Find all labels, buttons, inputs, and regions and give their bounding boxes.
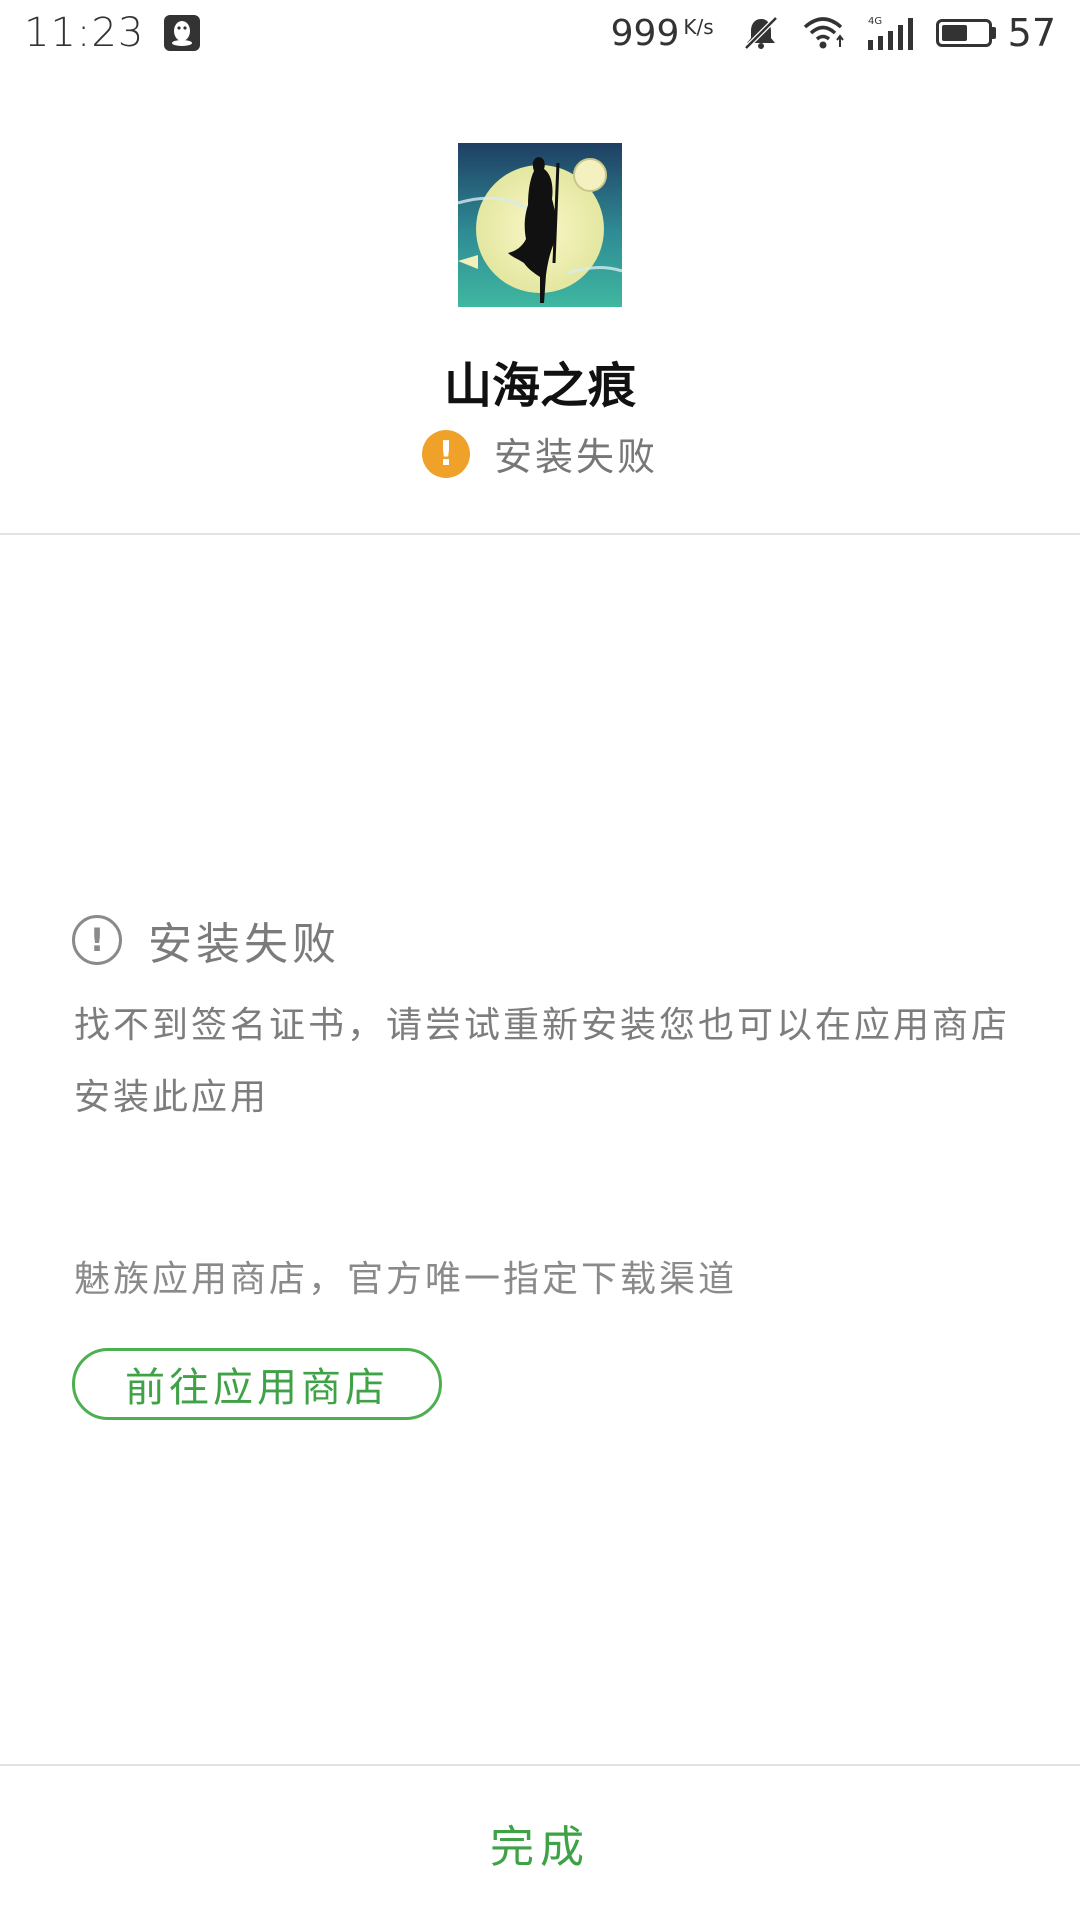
status-bar-left: 11:23 <box>24 10 201 56</box>
network-speed: 999 K/s <box>611 13 714 54</box>
app-name: 山海之痕 <box>443 358 636 414</box>
status-bar: 11:23 999 K/s 4G 57 <box>0 0 1080 66</box>
qq-notification-icon <box>164 15 201 51</box>
battery-icon <box>935 19 996 47</box>
cellular-signal-icon: 4G <box>866 14 914 52</box>
battery-level-text: 57 <box>1007 11 1056 55</box>
done-button[interactable]: 完成 <box>0 1766 1080 1920</box>
silent-bell-icon <box>742 14 780 52</box>
error-title: 安装失败 <box>148 919 340 970</box>
wifi-icon <box>802 16 844 50</box>
install-status-text: 安装失败 <box>493 435 658 479</box>
error-message: 找不到签名证书，请尝试重新安装您也可以在应用商店安装此应用 <box>74 1005 1011 1118</box>
battery-fill <box>941 25 967 41</box>
status-bar-right: 999 K/s 4G 57 <box>611 11 1056 55</box>
warning-icon: ! <box>421 429 470 478</box>
network-speed-unit: K/s <box>683 14 714 39</box>
error-title-row: ! 安装失败 <box>72 908 340 972</box>
network-type-label: 4G <box>868 16 882 27</box>
warning-outline-icon: ! <box>72 915 122 965</box>
status-time: 11:23 <box>24 10 145 56</box>
network-speed-value: 999 <box>610 12 680 54</box>
go-to-app-store-button[interactable]: 前往应用商店 <box>72 1348 442 1420</box>
app-icon <box>458 143 622 307</box>
divider <box>0 533 1080 535</box>
install-status: ! 安装失败 <box>0 426 1080 481</box>
store-note: 魅族应用商店，官方唯一指定下载渠道 <box>74 1259 738 1300</box>
